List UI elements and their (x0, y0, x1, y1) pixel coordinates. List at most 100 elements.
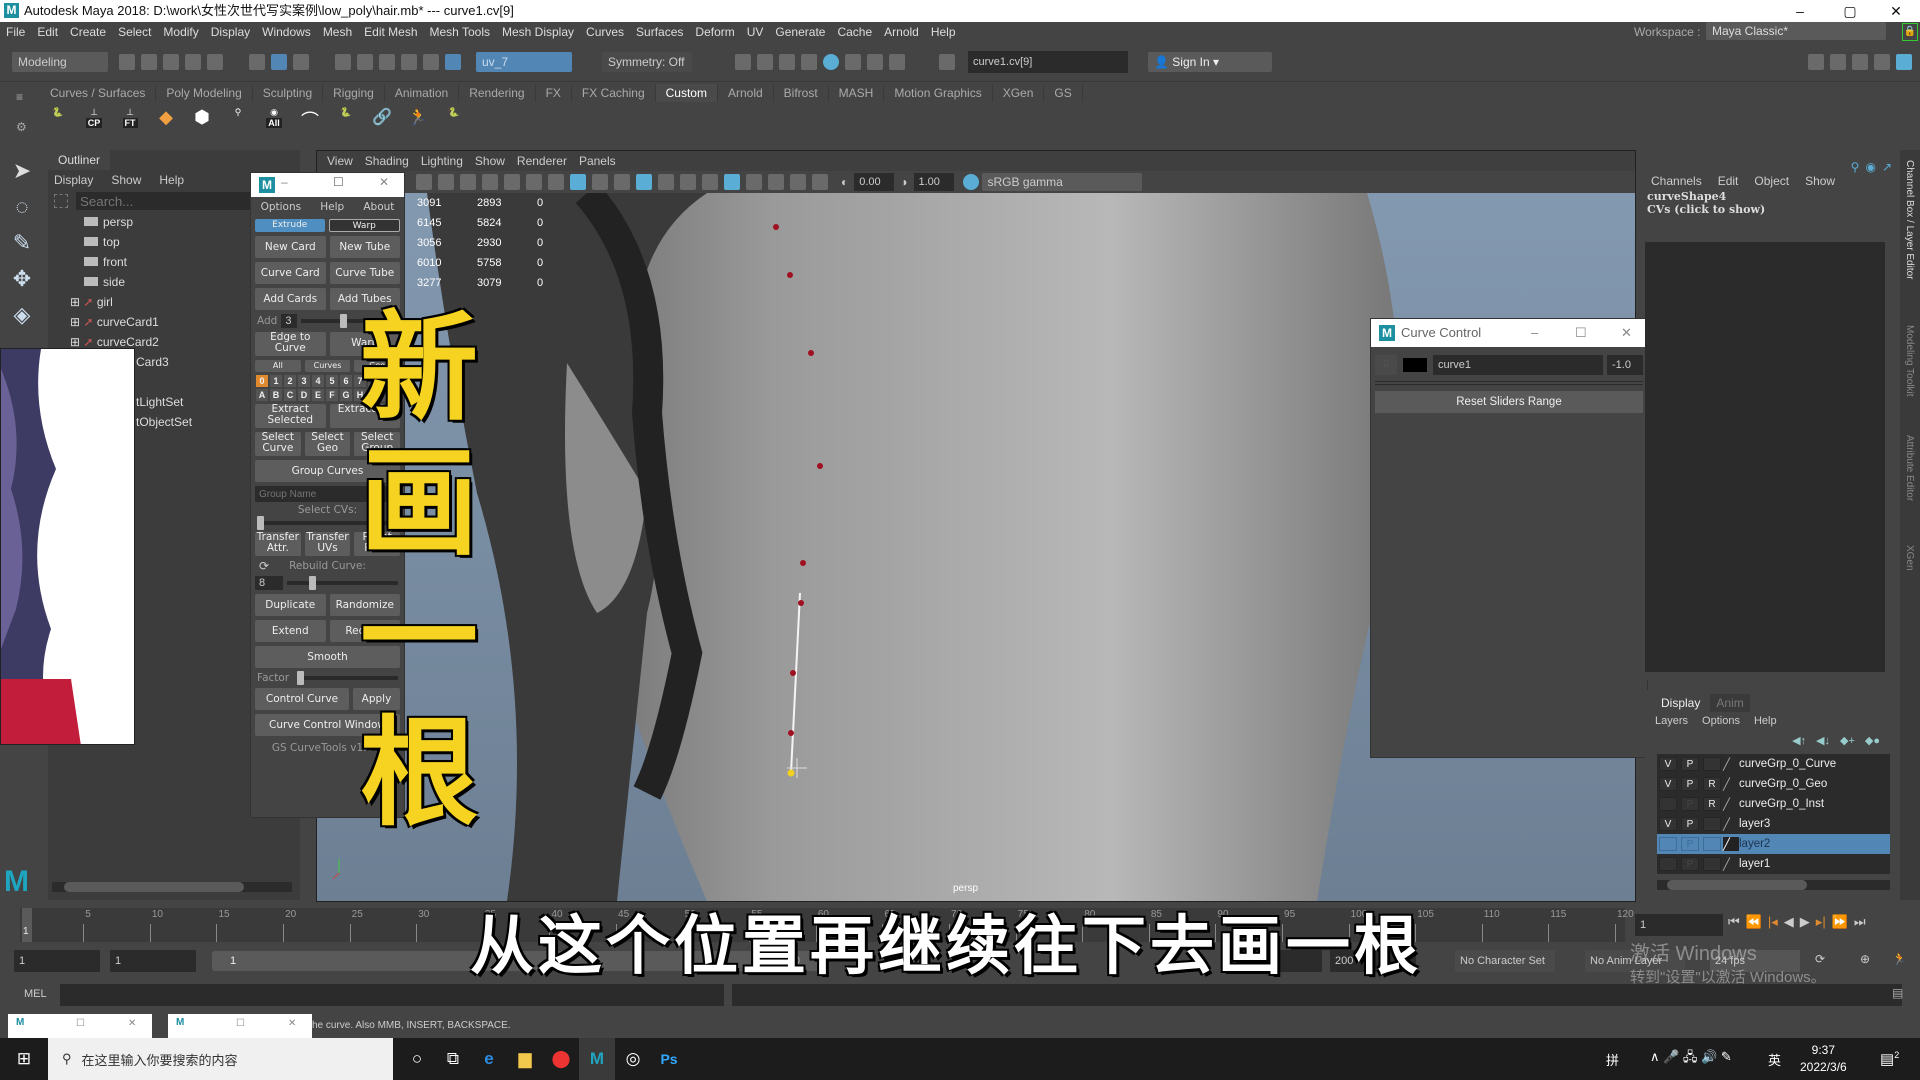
filter-all-tab[interactable]: All (255, 360, 301, 372)
layer-6-button[interactable]: 6 (340, 375, 352, 387)
safe-action-icon[interactable] (482, 174, 498, 190)
layer-menu-options[interactable]: Options (1702, 715, 1740, 727)
mode-dropdown[interactable]: Modeling (12, 51, 108, 72)
outliner-menu-show[interactable]: Show (111, 173, 141, 187)
move-tool-icon[interactable]: ✥ (7, 266, 37, 294)
visibility-toggle[interactable] (1659, 837, 1677, 851)
playback-start-field[interactable]: 1 (110, 950, 196, 972)
gs-menu-options[interactable]: Options (261, 201, 302, 213)
menu-cache[interactable]: Cache (837, 22, 872, 42)
shelf-tab-rigging[interactable]: Rigging (323, 84, 385, 102)
snap-point-icon[interactable] (379, 53, 395, 70)
shelf-tab-fx[interactable]: FX (536, 84, 572, 102)
minimize-button[interactable]: – (1531, 319, 1538, 347)
character-set-dropdown[interactable]: No Character Set (1455, 950, 1555, 972)
render-view-icon[interactable] (845, 53, 861, 70)
add-count-field[interactable]: 3 (281, 314, 298, 328)
snap-curve-icon[interactable] (357, 53, 373, 70)
layer-color-icon[interactable]: ╱ (1723, 817, 1739, 831)
add-cards-button[interactable]: Add Cards (255, 288, 326, 310)
viewport-menu-panels[interactable]: Panels (579, 151, 616, 171)
playback-toggle[interactable]: P (1681, 817, 1699, 831)
transfer-attr-button[interactable]: Transfer Attr. (255, 532, 301, 556)
curve-tube-button[interactable]: Curve Tube (329, 262, 400, 284)
filter-curves-tab[interactable]: Curves (304, 360, 351, 372)
reference-toggle[interactable] (1703, 837, 1721, 851)
new-layer-from-selected-icon[interactable]: ◆● (1865, 734, 1880, 747)
channel-object-name[interactable]: curveShape4 (1645, 190, 1900, 203)
curve-tool-icon[interactable]: ⌒ (298, 107, 322, 133)
menu-uv[interactable]: UV (747, 22, 764, 42)
viewport-menu-renderer[interactable]: Renderer (517, 151, 567, 171)
hypershade-icon[interactable] (823, 53, 839, 70)
shelf-tab-sculpting[interactable]: Sculpting (253, 84, 324, 102)
shelf-tab-motion-graphics[interactable]: Motion Graphics (884, 84, 993, 102)
notifications-icon[interactable]: ▤2 (1880, 1050, 1899, 1068)
arnold-icon[interactable]: ◉ (1865, 160, 1875, 174)
script-editor-icon[interactable]: ▤ (1892, 986, 1903, 1000)
snap-grid-icon[interactable] (335, 53, 351, 70)
film-gate-icon[interactable] (438, 174, 454, 190)
human-ik-icon[interactable] (1830, 53, 1846, 70)
mel-input[interactable] (60, 984, 724, 1006)
duplicate-button[interactable]: Duplicate (255, 594, 326, 616)
playback-toggle[interactable]: P (1681, 837, 1699, 851)
shelf-tab-rendering[interactable]: Rendering (459, 84, 536, 102)
shelf-tab-bifrost[interactable]: Bifrost (774, 84, 829, 102)
clock[interactable]: 9:37 2022/3/6 (1800, 1042, 1847, 1076)
reference-toggle[interactable]: R (1703, 797, 1721, 811)
ime-pinyin-icon[interactable]: 拼 (1606, 1050, 1619, 1069)
textured-icon[interactable] (636, 174, 652, 190)
menu-arnold[interactable]: Arnold (884, 22, 919, 42)
layer-row[interactable]: V P ╱ layer3 (1657, 814, 1890, 834)
layer-3-button[interactable]: 3 (298, 375, 310, 387)
close-button[interactable]: ✕ (1876, 0, 1916, 22)
workspace-dropdown[interactable]: Maya Classic* (1706, 22, 1886, 40)
animation-prefs-icon[interactable]: 🏃 (1892, 952, 1907, 966)
ft-tool-icon[interactable]: ⊥ FT (118, 107, 142, 133)
viewport-menu-view[interactable]: View (327, 151, 353, 171)
new-tube-button[interactable]: New Tube (329, 236, 400, 258)
manipulator-icon[interactable]: ↗ (1882, 160, 1892, 174)
refresh-icon[interactable]: ⟳ (259, 559, 269, 573)
rebuild-count-field[interactable]: 8 (255, 576, 283, 590)
close-button[interactable]: ✕ (1621, 319, 1632, 347)
save-scene-icon[interactable] (163, 53, 179, 70)
ime-language-icon[interactable]: 英 (1768, 1050, 1781, 1069)
render-sequence-icon[interactable] (757, 53, 773, 70)
minimized-window[interactable]: M ☐ ✕ (168, 1014, 312, 1038)
layer-color-icon[interactable]: ╱ (1723, 797, 1739, 811)
channel-menu-show[interactable]: Show (1805, 174, 1835, 188)
outliner-menu-display[interactable]: Display (54, 173, 93, 187)
maya-taskbar-icon[interactable]: M (579, 1038, 615, 1080)
curve-control-title-bar[interactable]: M Curve Control – ☐ ✕ (1371, 319, 1647, 347)
shelf-tab-custom[interactable]: Custom (655, 84, 718, 102)
mel-label[interactable]: MEL (24, 988, 47, 1000)
layer-row[interactable]: V P ╱ curveGrp_0_Curve (1657, 754, 1890, 774)
layer-a-button[interactable]: A (256, 389, 268, 401)
layer-2-button[interactable]: 2 (284, 375, 296, 387)
taskbar-search-box[interactable]: ⚲ 在这里输入你要搜索的内容 (48, 1038, 393, 1080)
modeling-toolkit-icon[interactable] (1808, 53, 1824, 70)
camera-attributes-icon[interactable] (812, 174, 828, 190)
shelf-tab-mash[interactable]: MASH (829, 84, 885, 102)
python-script-2-icon[interactable]: 🐍 (334, 107, 358, 133)
redo-icon[interactable] (207, 53, 223, 70)
layer-g-button[interactable]: G (340, 389, 352, 401)
select-curve-button[interactable]: Select Curve (255, 432, 301, 456)
menu-edit[interactable]: Edit (37, 22, 58, 42)
step-back-frame-icon[interactable]: |◂ (1768, 914, 1778, 930)
menu-curves[interactable]: Curves (586, 22, 624, 42)
layer-e-button[interactable]: E (312, 389, 324, 401)
minimized-window[interactable]: M ☐ ✕ (8, 1014, 152, 1038)
menu-mesh-tools[interactable]: Mesh Tools (430, 22, 490, 42)
menu-mesh[interactable]: Mesh (323, 22, 352, 42)
side-tab-xgen[interactable]: XGen (1904, 545, 1915, 571)
tray-icons[interactable]: ∧ 🎤 🖧 🔊 ✎ (1650, 1048, 1732, 1070)
auto-key-icon[interactable]: ⊕ (1860, 952, 1870, 966)
restore-button[interactable]: ☐ (236, 1018, 245, 1029)
curve-name-field[interactable]: curve1 (1433, 355, 1603, 375)
layer-d-button[interactable]: D (298, 389, 310, 401)
layer-b-button[interactable]: B (270, 389, 282, 401)
minimize-button[interactable]: – (1780, 0, 1820, 22)
